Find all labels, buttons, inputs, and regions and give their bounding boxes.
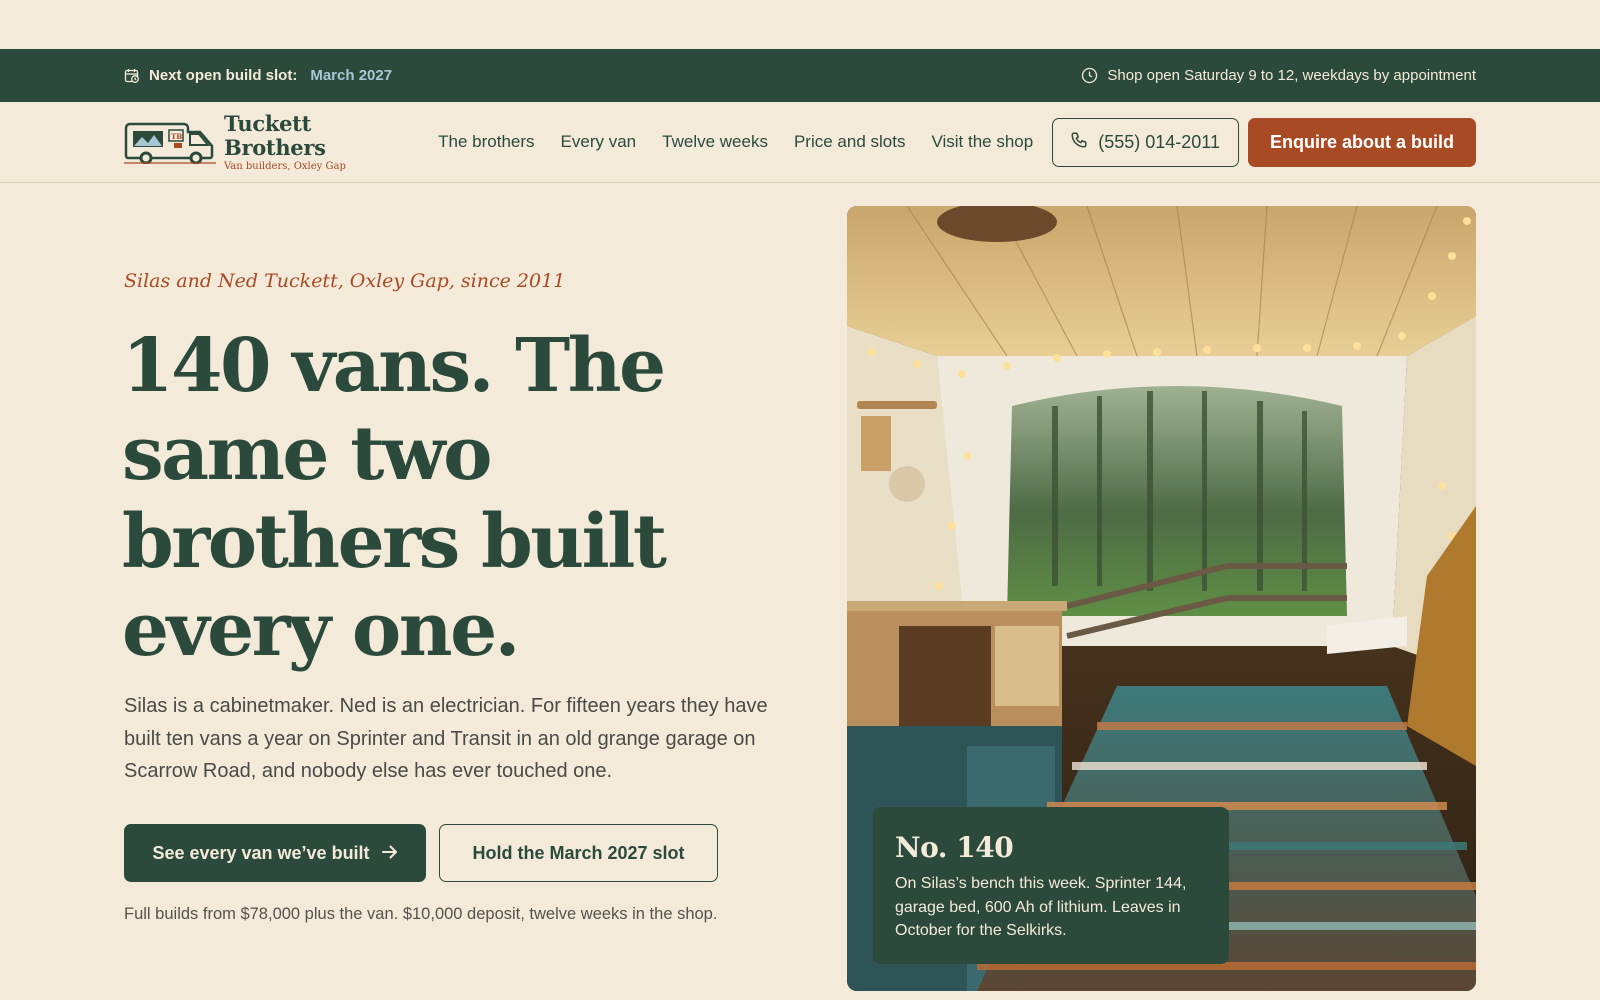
- brand-logo-link[interactable]: TB Tuckett Brothers Van builders, Oxley …: [124, 111, 418, 172]
- see-every-van-label: See every van we’ve built: [152, 842, 370, 863]
- nav-visit-the-shop[interactable]: Visit the shop: [931, 132, 1033, 152]
- site-header: TB Tuckett Brothers Van builders, Oxley …: [0, 102, 1600, 183]
- clock-icon: [1081, 67, 1098, 84]
- shop-hours-notice: Shop open Saturday 9 to 12, weekdays by …: [1081, 67, 1476, 84]
- nav-the-brothers[interactable]: The brothers: [438, 132, 534, 152]
- see-every-van-button[interactable]: See every van we’ve built: [124, 824, 426, 882]
- brand-name: Tuckett Brothers: [224, 111, 326, 160]
- announcement-bar: Next open build slot: March 2027 Shop op…: [0, 49, 1600, 102]
- build-slot-notice: Next open build slot: March 2027: [124, 67, 392, 84]
- svg-text:TB: TB: [171, 132, 182, 141]
- arrow-right-icon: [381, 843, 398, 864]
- hero-headline: 140 vans. The same two brothers built ev…: [122, 323, 667, 673]
- build-slot-value: March 2027: [310, 67, 393, 84]
- build-description: On Silas’s bench this week. Sprinter 144…: [895, 875, 1187, 939]
- nav-price-and-slots[interactable]: Price and slots: [794, 132, 906, 152]
- calendar-clock-icon: [124, 68, 140, 84]
- main-nav: The brothers Every van Twelve weeks Pric…: [438, 132, 1033, 152]
- phone-button[interactable]: (555) 014-2011: [1052, 117, 1239, 167]
- nav-every-van[interactable]: Every van: [561, 132, 637, 152]
- hero-lede: Silas is a cabinetmaker. Ned is an elect…: [124, 695, 768, 782]
- build-number: No. 140: [895, 831, 1014, 864]
- van-logo-icon: TB: [124, 116, 216, 169]
- nav-twelve-weeks[interactable]: Twelve weeks: [662, 132, 768, 152]
- price-note: Full builds from $78,000 plus the van. $…: [124, 905, 718, 923]
- shop-hours-text: Shop open Saturday 9 to 12, weekdays by …: [1107, 67, 1476, 84]
- hold-slot-button[interactable]: Hold the March 2027 slot: [439, 824, 718, 882]
- phone-icon: [1070, 131, 1088, 154]
- build-caption-card: No. 140 On Silas’s bench this week. Spri…: [873, 807, 1229, 964]
- van-interior-photo: No. 140 On Silas’s bench this week. Spri…: [847, 206, 1476, 991]
- phone-number: (555) 014-2011: [1098, 131, 1220, 152]
- hero-eyebrow: Silas and Ned Tuckett, Oxley Gap, since …: [124, 270, 566, 292]
- enquire-button[interactable]: Enquire about a build: [1248, 117, 1476, 167]
- brand-tagline: Van builders, Oxley Gap: [224, 160, 346, 172]
- build-slot-label: Next open build slot:: [149, 67, 298, 84]
